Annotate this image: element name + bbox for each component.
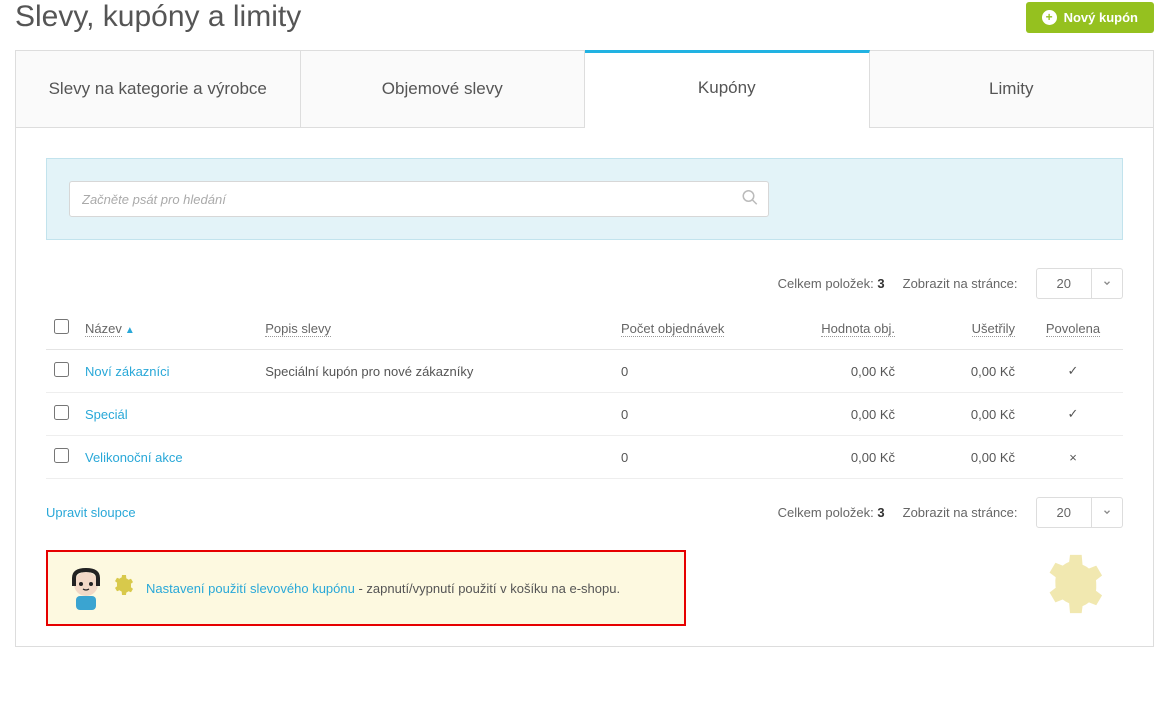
page-size-select[interactable]: 20 bbox=[1036, 497, 1123, 528]
coupon-name-link[interactable]: Noví zákazníci bbox=[85, 364, 170, 379]
search-input[interactable] bbox=[69, 181, 769, 217]
new-coupon-button[interactable]: + Nový kupón bbox=[1026, 2, 1154, 33]
tab-limits[interactable]: Limity bbox=[870, 50, 1155, 127]
enabled-cell: ✓ bbox=[1023, 350, 1123, 393]
edit-columns-link[interactable]: Upravit sloupce bbox=[46, 505, 136, 520]
orders-count: 0 bbox=[613, 436, 763, 479]
saved-value: 0,00 Kč bbox=[903, 350, 1023, 393]
search-icon[interactable] bbox=[741, 189, 759, 210]
page-size-label: Zobrazit na stránce: bbox=[903, 276, 1018, 291]
chevron-down-icon bbox=[1092, 497, 1123, 528]
plus-icon: + bbox=[1042, 10, 1057, 25]
table-row: Speciál 0 0,00 Kč 0,00 Kč ✓ bbox=[46, 393, 1123, 436]
hint-text: - zapnutí/vypnutí použití v košíku na e-… bbox=[355, 581, 620, 596]
select-all-checkbox[interactable] bbox=[54, 319, 69, 334]
orders-count: 0 bbox=[613, 350, 763, 393]
assistant-avatar-icon bbox=[64, 566, 108, 610]
hint-box: Nastavení použití slevového kupónu - zap… bbox=[46, 550, 686, 626]
gear-icon bbox=[1035, 549, 1105, 622]
coupon-name-link[interactable]: Speciál bbox=[85, 407, 128, 422]
enabled-cell: × bbox=[1023, 436, 1123, 479]
page-size-select[interactable]: 20 bbox=[1036, 268, 1123, 299]
tabs: Slevy na kategorie a výrobce Objemové sl… bbox=[15, 50, 1154, 128]
col-orders[interactable]: Počet objednávek bbox=[613, 307, 763, 350]
saved-value: 0,00 Kč bbox=[903, 436, 1023, 479]
hint-settings-link[interactable]: Nastavení použití slevového kupónu bbox=[146, 581, 355, 596]
coupon-desc bbox=[257, 393, 613, 436]
page-title: Slevy, kupóny a limity bbox=[15, 0, 301, 34]
tab-volume-discounts[interactable]: Objemové slevy bbox=[301, 50, 586, 127]
coupon-desc: Speciální kupón pro nové zákazníky bbox=[257, 350, 613, 393]
row-checkbox[interactable] bbox=[54, 405, 69, 420]
row-checkbox[interactable] bbox=[54, 448, 69, 463]
table-row: Velikonoční akce 0 0,00 Kč 0,00 Kč × bbox=[46, 436, 1123, 479]
sort-asc-icon: ▲ bbox=[125, 325, 135, 336]
saved-value: 0,00 Kč bbox=[903, 393, 1023, 436]
row-checkbox[interactable] bbox=[54, 362, 69, 377]
obj-value: 0,00 Kč bbox=[763, 393, 903, 436]
tab-coupons[interactable]: Kupóny bbox=[585, 50, 870, 127]
coupon-desc bbox=[257, 436, 613, 479]
total-items-label: Celkem položek: 3 bbox=[778, 505, 885, 520]
col-name[interactable]: Název▲ bbox=[77, 307, 257, 350]
table-row: Noví zákazníci Speciální kupón pro nové … bbox=[46, 350, 1123, 393]
page-size-label: Zobrazit na stránce: bbox=[903, 505, 1018, 520]
chevron-down-icon bbox=[1092, 268, 1123, 299]
total-items-label: Celkem položek: 3 bbox=[778, 276, 885, 291]
tab-category-discounts[interactable]: Slevy na kategorie a výrobce bbox=[15, 50, 301, 127]
col-desc[interactable]: Popis slevy bbox=[257, 307, 613, 350]
obj-value: 0,00 Kč bbox=[763, 350, 903, 393]
gear-icon bbox=[110, 573, 134, 603]
col-enabled[interactable]: Povolena bbox=[1023, 307, 1123, 350]
search-bar bbox=[46, 158, 1123, 240]
col-saved[interactable]: Ušetřily bbox=[903, 307, 1023, 350]
coupons-table: Název▲ Popis slevy Počet objednávek Hodn… bbox=[46, 307, 1123, 479]
col-obj-value[interactable]: Hodnota obj. bbox=[763, 307, 903, 350]
obj-value: 0,00 Kč bbox=[763, 436, 903, 479]
enabled-cell: ✓ bbox=[1023, 393, 1123, 436]
coupon-name-link[interactable]: Velikonoční akce bbox=[85, 450, 183, 465]
orders-count: 0 bbox=[613, 393, 763, 436]
